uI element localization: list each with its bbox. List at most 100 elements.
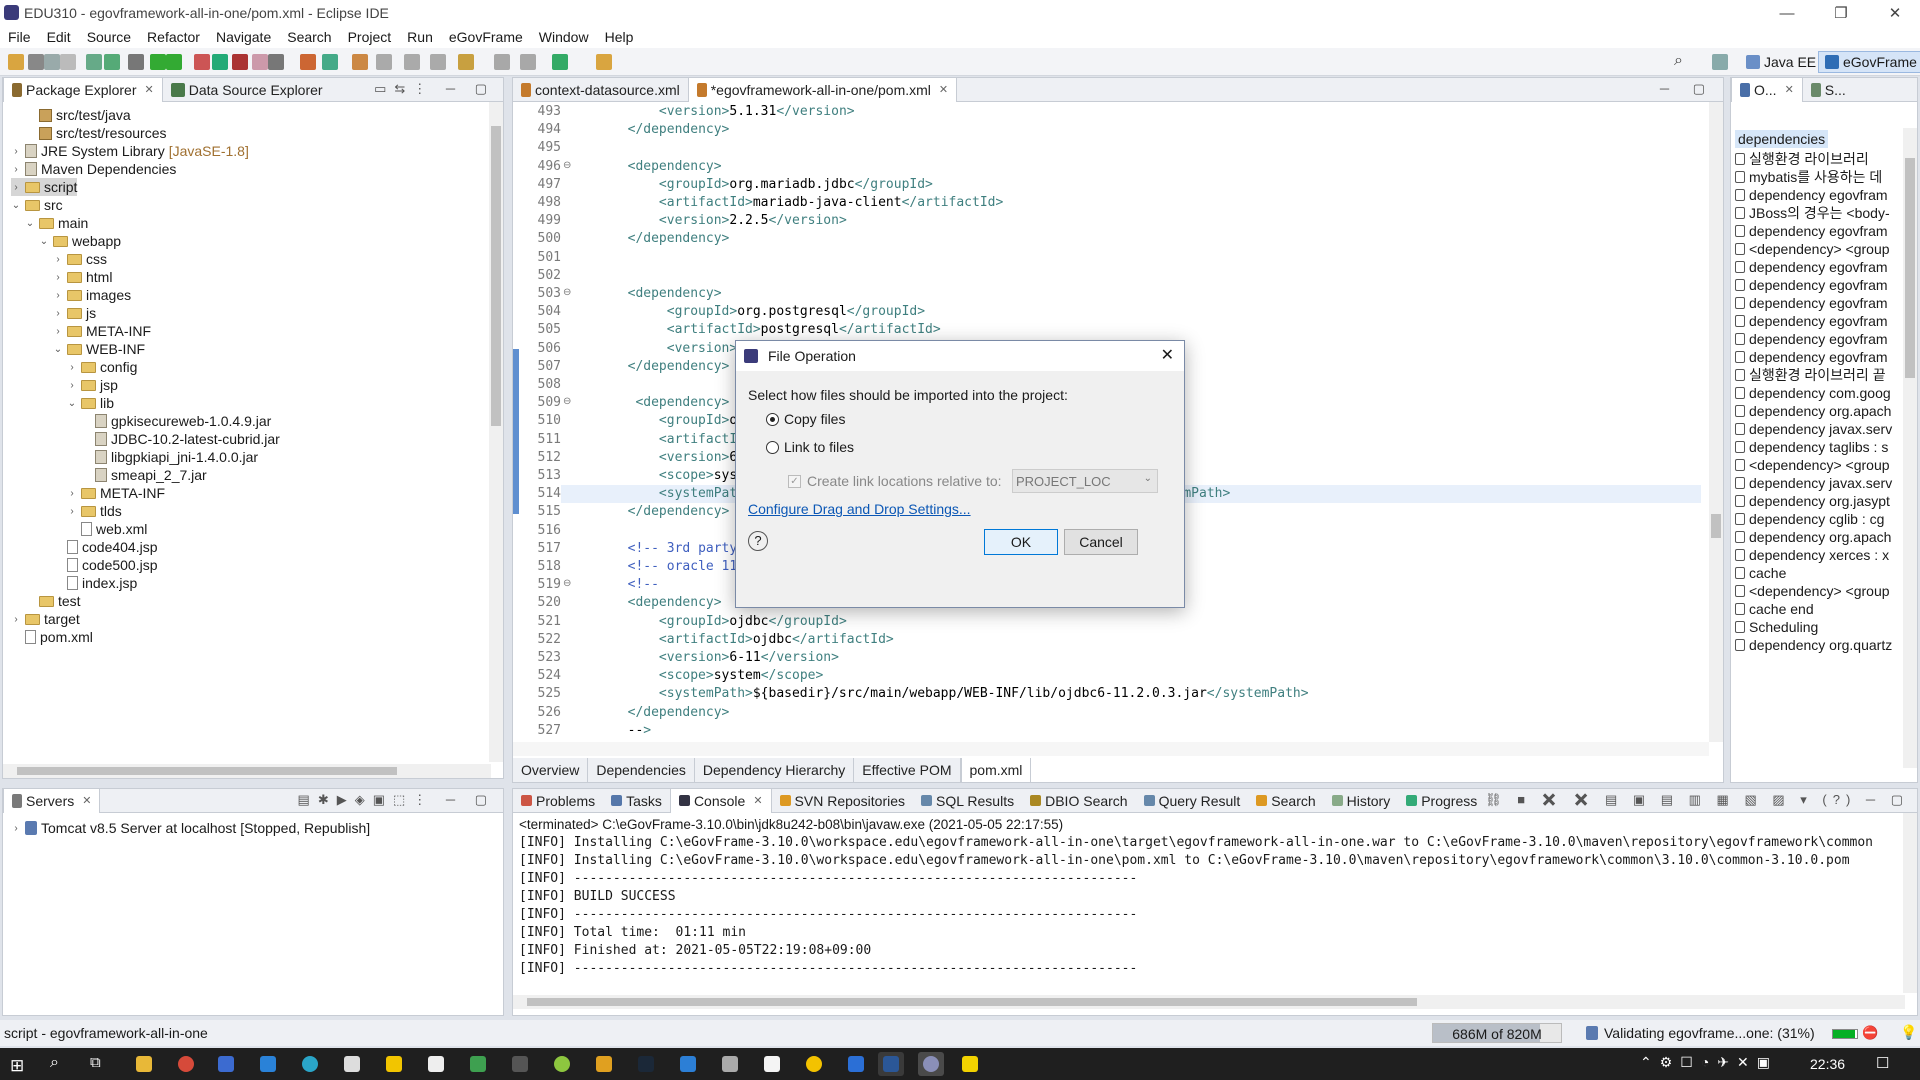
console-output[interactable]: <terminated> C:\eGovFrame-3.10.0\bin\jdk… bbox=[513, 813, 1917, 993]
bottom-tab[interactable]: Console ✕ bbox=[669, 788, 772, 813]
tree-item[interactable]: src/test/java bbox=[25, 106, 131, 124]
outline-item[interactable]: JBoss의 경우는 <body- bbox=[1735, 204, 1890, 222]
help-icon[interactable]: ? bbox=[748, 531, 768, 551]
outline-item[interactable]: dependency org.apach bbox=[1735, 402, 1891, 420]
tree-item[interactable]: › META-INF bbox=[53, 322, 151, 340]
vscode-icon[interactable] bbox=[680, 1056, 696, 1072]
toolbar-button-icon[interactable] bbox=[252, 54, 268, 70]
tree-item[interactable]: index.jsp bbox=[53, 574, 137, 592]
outline-item[interactable]: dependency xerces : x bbox=[1735, 546, 1889, 564]
toolbar-button-icon[interactable] bbox=[520, 54, 536, 70]
menu-search[interactable]: Search bbox=[279, 29, 339, 45]
chevron-right-icon[interactable]: › bbox=[11, 614, 21, 625]
outline-item[interactable]: <dependency> <group bbox=[1735, 456, 1890, 474]
tab-servers[interactable]: Servers ✕ bbox=[3, 788, 101, 813]
toolbar-button-icon[interactable] bbox=[268, 54, 284, 70]
toolbar-button-icon[interactable] bbox=[128, 54, 144, 70]
menu-project[interactable]: Project bbox=[340, 29, 400, 45]
menu-edit[interactable]: Edit bbox=[39, 29, 79, 45]
tree-item[interactable]: ⌄ src bbox=[11, 196, 63, 214]
tab-snippets[interactable]: S... bbox=[1803, 78, 1854, 102]
menu-help[interactable]: Help bbox=[597, 29, 642, 45]
editor-tab[interactable]: context-datasource.xml bbox=[513, 78, 688, 102]
chevron-right-icon[interactable]: › bbox=[53, 290, 63, 301]
copy-files-radio[interactable]: Copy files bbox=[766, 411, 845, 427]
close-tab-icon[interactable]: ✕ bbox=[82, 794, 91, 807]
editor-hscrollbar[interactable] bbox=[513, 742, 1709, 756]
outline-item[interactable]: 실행환경 라이브러리 bbox=[1735, 150, 1869, 168]
edge-icon[interactable] bbox=[302, 1056, 318, 1072]
pom-tab[interactable]: Effective POM bbox=[854, 758, 961, 782]
tree-item[interactable]: libgpkiapi_jni-1.4.0.0.jar bbox=[81, 448, 258, 466]
chevron-right-icon[interactable]: › bbox=[67, 488, 77, 499]
heap-status[interactable]: 686M of 820M bbox=[1432, 1023, 1562, 1043]
chevron-down-icon[interactable]: ⌄ bbox=[53, 344, 63, 355]
menu-file[interactable]: File bbox=[0, 29, 39, 45]
link-files-radio[interactable]: Link to files bbox=[766, 439, 854, 455]
close-tab-icon[interactable]: ✕ bbox=[145, 83, 154, 96]
outline-header[interactable]: dependencies bbox=[1735, 130, 1829, 148]
outline-item[interactable]: dependency egovfram bbox=[1735, 276, 1888, 294]
console-scrollbar[interactable] bbox=[1903, 813, 1917, 993]
outline-scrollbar[interactable] bbox=[1903, 128, 1917, 768]
tab-outline[interactable]: O... ✕ bbox=[1731, 77, 1803, 102]
pom-tab[interactable]: Dependencies bbox=[588, 758, 695, 782]
chevron-right-icon[interactable]: › bbox=[11, 146, 21, 157]
minimize-button[interactable]: — bbox=[1764, 0, 1810, 26]
chevron-down-icon[interactable]: ⌄ bbox=[39, 236, 49, 247]
teams-icon[interactable] bbox=[218, 1056, 234, 1072]
server-entry[interactable]: › Tomcat v8.5 Server at localhost [Stopp… bbox=[11, 819, 370, 837]
pom-tab[interactable]: pom.xml bbox=[960, 758, 1032, 782]
tree-item[interactable]: › tlds bbox=[67, 502, 121, 520]
tree-item[interactable]: › images bbox=[53, 286, 131, 304]
toolbar-button-icon[interactable] bbox=[166, 54, 182, 70]
toolbar-button-icon[interactable] bbox=[232, 54, 248, 70]
outline-item[interactable]: dependency javax.serv bbox=[1735, 420, 1892, 438]
tree-item[interactable]: ⌄ webapp bbox=[39, 232, 121, 250]
toolbar-button-icon[interactable] bbox=[458, 54, 474, 70]
bottom-tab[interactable]: SVN Repositories bbox=[772, 789, 914, 813]
chevron-right-icon[interactable]: › bbox=[67, 506, 77, 517]
mail-icon[interactable] bbox=[260, 1056, 276, 1072]
ok-button[interactable]: OK bbox=[984, 529, 1058, 555]
chevron-right-icon[interactable]: › bbox=[53, 308, 63, 319]
chevron-down-icon[interactable]: ⌄ bbox=[11, 200, 21, 211]
toolbar-button-icon[interactable] bbox=[104, 54, 120, 70]
bottom-tab[interactable]: Query Result bbox=[1136, 789, 1249, 813]
bottom-tab[interactable]: Problems bbox=[513, 789, 603, 813]
menu-source[interactable]: Source bbox=[79, 29, 139, 45]
app-icon-star[interactable] bbox=[596, 1056, 612, 1072]
toolbar-button-icon[interactable] bbox=[60, 54, 76, 70]
outline-item[interactable]: dependency egovfram bbox=[1735, 186, 1888, 204]
close-tab-icon[interactable]: ✕ bbox=[753, 794, 762, 807]
outline-item[interactable]: dependency egovfram bbox=[1735, 258, 1888, 276]
toolbar-button-icon[interactable] bbox=[352, 54, 368, 70]
close-tab-icon[interactable]: ✕ bbox=[1785, 83, 1794, 96]
outline-item[interactable]: mybatis를 사용하는 데 bbox=[1735, 168, 1882, 186]
outline-item[interactable]: dependency org.quartz bbox=[1735, 636, 1892, 654]
app-icon-shield[interactable] bbox=[722, 1056, 738, 1072]
editor-minmax-icons[interactable]: ─ ▢ bbox=[1660, 81, 1715, 97]
tree-item[interactable]: › script bbox=[11, 178, 78, 196]
toolbar-button-icon[interactable] bbox=[404, 54, 420, 70]
view-menu-icons[interactable]: ▭⇆⋮ ─ ▢ bbox=[374, 81, 495, 97]
sticky-notes-icon[interactable] bbox=[386, 1056, 402, 1072]
bottom-tab[interactable]: Search bbox=[1248, 789, 1323, 813]
bottom-tab[interactable]: Tasks bbox=[603, 789, 670, 813]
menu-navigate[interactable]: Navigate bbox=[208, 29, 279, 45]
outline-item[interactable]: cache bbox=[1735, 564, 1786, 582]
outline-item[interactable]: dependency org.apach bbox=[1735, 528, 1891, 546]
tree-item[interactable]: code500.jsp bbox=[53, 556, 158, 574]
chevron-down-icon[interactable]: ⌄ bbox=[25, 218, 35, 229]
relative-checkbox[interactable]: ✓ Create link locations relative to: bbox=[788, 473, 1002, 489]
toolbar-button-icon[interactable] bbox=[430, 54, 446, 70]
tree-item[interactable]: gpkisecureweb-1.0.4.9.jar bbox=[81, 412, 271, 430]
perspective-egovframe[interactable]: eGovFrame bbox=[1818, 51, 1920, 73]
toolbar-button-icon[interactable] bbox=[194, 54, 210, 70]
tree-item[interactable]: pom.xml bbox=[11, 628, 93, 646]
kakaotalk-icon[interactable] bbox=[962, 1056, 978, 1072]
tree-item[interactable]: JDBC-10.2-latest-cubrid.jar bbox=[81, 430, 280, 448]
clock[interactable]: 22:36 bbox=[1810, 1056, 1845, 1072]
toolbar-button-icon[interactable] bbox=[28, 54, 44, 70]
file-explorer-icon[interactable] bbox=[136, 1056, 152, 1072]
